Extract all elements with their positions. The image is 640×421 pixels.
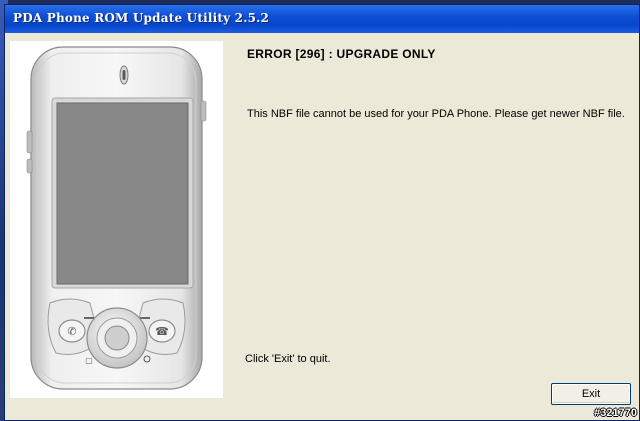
dialog-content: ✆ ☎ ▢ ERROR [296] : UPGRADE ONLY This NB… (5, 33, 639, 420)
svg-text:✆: ✆ (67, 325, 76, 338)
title-bar[interactable]: PDA Phone ROM Update Utility 2.5.2 (5, 5, 639, 33)
svg-text:☎: ☎ (155, 325, 169, 338)
pda-phone-illustration: ✆ ☎ ▢ (26, 46, 207, 390)
phone-image-panel: ✆ ☎ ▢ (10, 41, 223, 398)
exit-button[interactable]: Exit (551, 383, 631, 405)
watermark: #321770 (594, 407, 637, 419)
window-title: PDA Phone ROM Update Utility 2.5.2 (13, 11, 270, 25)
error-title: ERROR [296] : UPGRADE ONLY (247, 47, 436, 61)
rom-update-window: PDA Phone ROM Update Utility 2.5.2 ✆ ☎ ▢… (4, 4, 640, 421)
quit-hint: Click 'Exit' to quit. (245, 353, 331, 365)
phone-screen (56, 102, 189, 285)
svg-text:▢: ▢ (85, 356, 93, 365)
error-message: This NBF file cannot be used for your PD… (247, 108, 625, 120)
